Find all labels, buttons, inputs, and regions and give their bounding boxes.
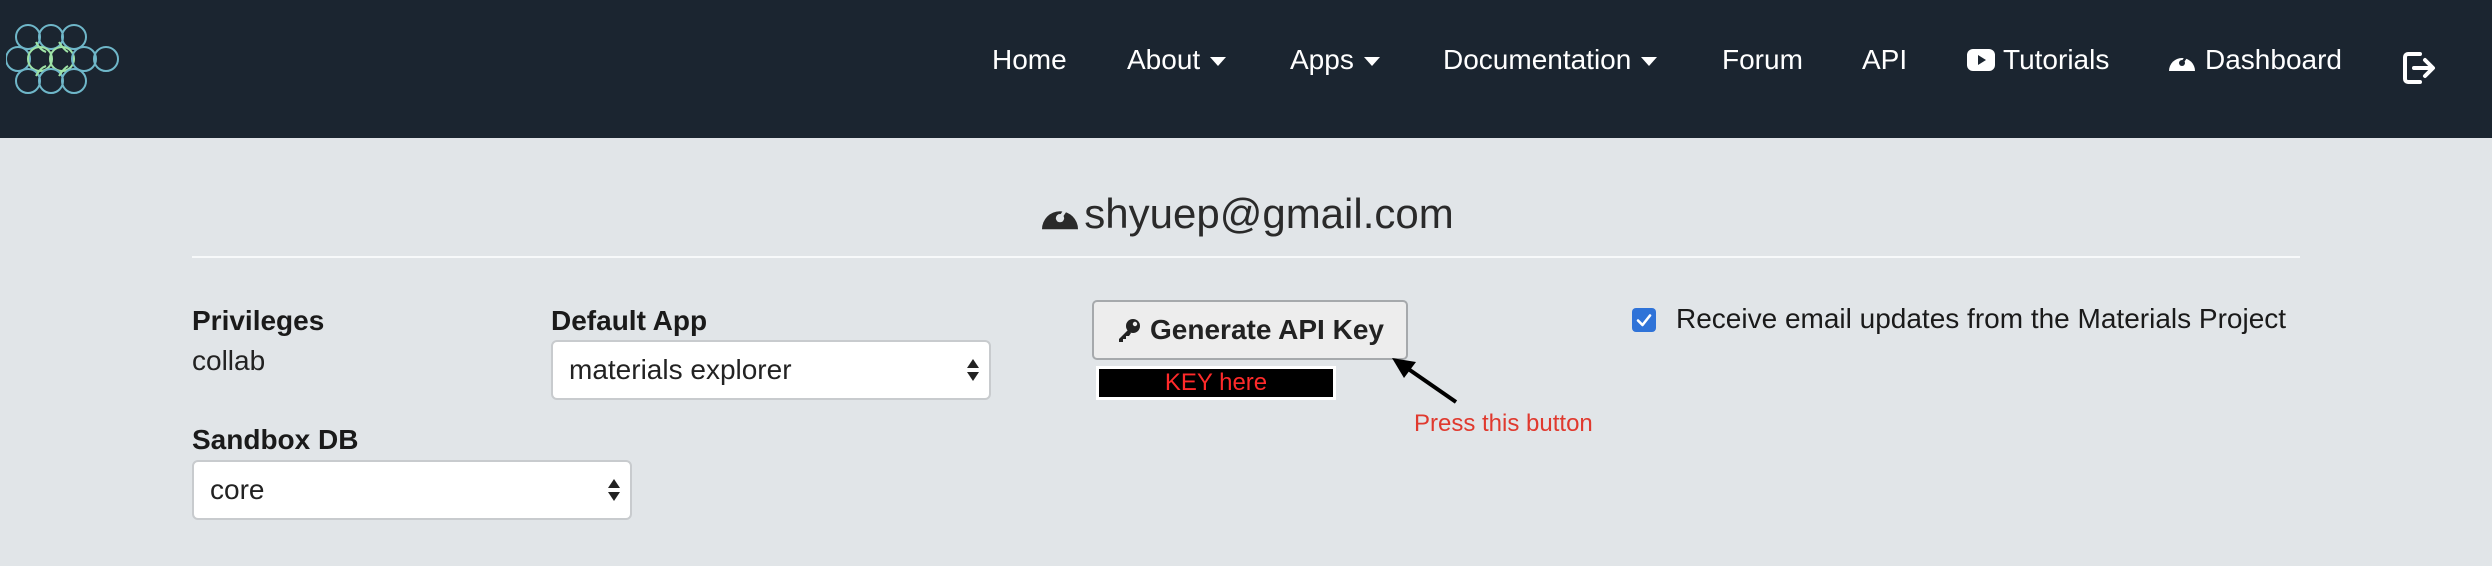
generate-api-key-button[interactable]: Generate API Key [1092,300,1408,360]
nav-forum-label: Forum [1722,44,1803,75]
nav-dashboard-label: Dashboard [2205,44,2342,75]
dashboard-gauge-icon [1042,203,1079,230]
default-app-select[interactable]: materials explorer [551,340,991,400]
nav-tutorials[interactable]: Tutorials [1967,40,2109,80]
email-updates-checkbox[interactable] [1632,308,1656,332]
dashboard-gauge-icon [2169,52,2195,71]
caret-down-icon [1363,56,1380,66]
user-email: shyuep@gmail.com [1084,190,1454,237]
default-app-label: Default App [551,305,708,336]
nav-api[interactable]: API [1862,40,1907,80]
generate-api-key-label: Generate API Key [1150,314,1384,345]
nav-about-label: About [1127,44,1201,75]
privileges-value: collab [192,345,266,376]
nav-home-label: Home [992,44,1067,75]
press-button-annotation: Press this button [1414,410,1593,437]
nav-forum[interactable]: Forum [1722,40,1803,80]
nav-home[interactable]: Home [992,40,1067,80]
logout-icon[interactable] [2400,48,2440,88]
api-key-field[interactable]: KEY here [1096,366,1336,400]
sandbox-db-selected: core [210,474,265,505]
nav-about-dropdown[interactable]: About [1127,40,1227,80]
sandbox-db-label: Sandbox DB [192,424,359,455]
header-divider [192,256,2300,258]
select-arrows-icon [608,479,620,501]
arrow-annotation-icon [1392,358,1458,404]
default-app-selected: materials explorer [569,354,792,385]
nav-apps-dropdown[interactable]: Apps [1290,40,1380,80]
profile-header: shyuep@gmail.com [0,190,2492,250]
privileges-label: Privileges [192,305,325,336]
youtube-play-icon [1967,49,1995,71]
nav-documentation-dropdown[interactable]: Documentation [1443,40,1658,80]
checkmark-icon [1636,314,1652,327]
nav-documentation-label: Documentation [1443,44,1632,75]
materials-project-logo[interactable] [6,18,124,100]
nav-apps-label: Apps [1290,44,1354,75]
caret-down-icon [1210,56,1227,66]
key-icon [1119,319,1141,342]
email-updates-label: Receive email updates from the Materials… [1676,303,2287,334]
nav-dashboard[interactable]: Dashboard [2167,40,2342,80]
nav-tutorials-label: Tutorials [2003,44,2110,75]
sandbox-db-select[interactable]: core [192,460,632,520]
caret-down-icon [1641,56,1658,66]
select-arrows-icon [967,359,979,381]
nav-api-label: API [1862,44,1908,75]
top-navbar: Home About Apps Documentation Forum API … [0,0,2492,138]
